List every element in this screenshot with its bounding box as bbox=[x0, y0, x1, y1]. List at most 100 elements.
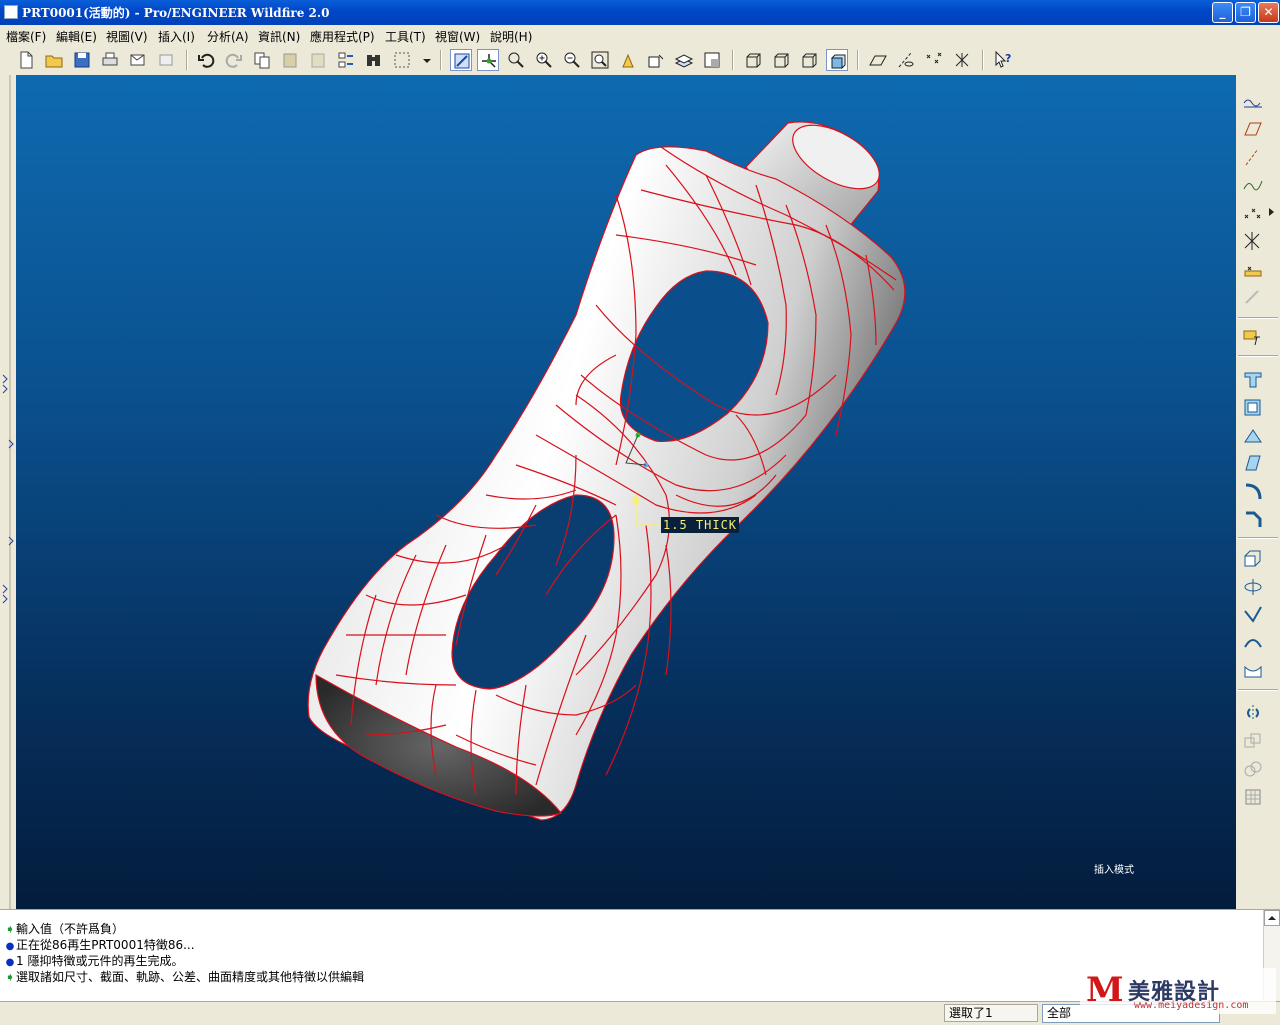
feature-toolbar bbox=[1236, 75, 1280, 909]
mirror-tool-icon[interactable] bbox=[1240, 701, 1266, 725]
datum-axes-icon[interactable] bbox=[895, 49, 917, 71]
hidden-line-icon[interactable] bbox=[770, 49, 792, 71]
close-button[interactable]: ✕ bbox=[1258, 2, 1279, 23]
new-file-icon[interactable] bbox=[15, 49, 37, 71]
toolbar-separator bbox=[982, 50, 984, 70]
sketch-tool-icon[interactable] bbox=[1240, 89, 1266, 113]
regenerate-icon[interactable] bbox=[335, 49, 357, 71]
message-line: ➧輸入值（不許爲負） bbox=[4, 922, 125, 936]
print-icon[interactable] bbox=[99, 49, 121, 71]
toolbar-separator bbox=[732, 50, 734, 70]
extrude-tool-icon[interactable] bbox=[1240, 547, 1266, 571]
no-hidden-icon[interactable] bbox=[798, 49, 820, 71]
revolve-tool-icon[interactable] bbox=[1240, 575, 1266, 599]
dimension-label[interactable]: 1.5 THICK bbox=[661, 517, 740, 533]
menu-tools[interactable]: 工具(T) bbox=[385, 28, 426, 45]
selection-count: 選取了1 bbox=[944, 1004, 1038, 1022]
selection-dropdown-icon[interactable] bbox=[416, 49, 431, 71]
menu-insert[interactable]: 插入(I) bbox=[158, 28, 195, 45]
selection-box-icon[interactable] bbox=[391, 49, 413, 71]
datum-plane-tool-icon[interactable] bbox=[1240, 117, 1266, 141]
message-line: ➧選取諸如尺寸、截面、軌跡、公差、曲面精度或其他特徵以供編輯 bbox=[4, 970, 365, 984]
datum-points-icon[interactable] bbox=[923, 49, 945, 71]
shading-icon[interactable] bbox=[826, 49, 848, 71]
paste-special-icon[interactable] bbox=[307, 49, 329, 71]
style-tool-icon[interactable] bbox=[1240, 659, 1266, 683]
prompt-arrow-icon: ➧ bbox=[4, 970, 16, 984]
coordinate-systems-icon[interactable] bbox=[951, 49, 973, 71]
redo-icon[interactable] bbox=[223, 49, 245, 71]
undo-icon[interactable] bbox=[195, 49, 217, 71]
send-link-icon[interactable] bbox=[155, 49, 177, 71]
paste-icon[interactable] bbox=[279, 49, 301, 71]
datum-point-tool-icon[interactable] bbox=[1240, 201, 1266, 225]
pattern-tool-icon[interactable] bbox=[1240, 785, 1266, 809]
menu-edit[interactable]: 編輯(E) bbox=[56, 28, 97, 45]
blend-tool-icon[interactable] bbox=[1240, 631, 1266, 655]
copy-icon[interactable] bbox=[251, 49, 273, 71]
menu-help[interactable]: 說明(H) bbox=[490, 28, 532, 45]
saved-views-icon[interactable] bbox=[645, 49, 667, 71]
hole-tool-icon[interactable] bbox=[1240, 367, 1266, 391]
open-folder-icon[interactable] bbox=[43, 49, 65, 71]
merge-tool-icon[interactable] bbox=[1240, 729, 1266, 753]
scroll-up-icon[interactable] bbox=[1264, 910, 1280, 926]
send-mail-icon[interactable] bbox=[127, 49, 149, 71]
toolbar-separator bbox=[186, 50, 188, 70]
menu-file[interactable]: 檔案(F) bbox=[6, 28, 46, 45]
menu-analysis[interactable]: 分析(A) bbox=[207, 28, 249, 45]
toolbar-separator bbox=[440, 50, 442, 70]
datum-planes-icon[interactable] bbox=[867, 49, 889, 71]
wireframe-icon[interactable] bbox=[742, 49, 764, 71]
datum-axis-tool-icon[interactable] bbox=[1240, 145, 1266, 169]
variable-sweep-icon[interactable] bbox=[1240, 603, 1266, 627]
reorient-icon[interactable] bbox=[617, 49, 639, 71]
datum-graph-icon[interactable] bbox=[1240, 285, 1266, 309]
note-tool-icon[interactable] bbox=[1240, 325, 1266, 349]
main-toolbar: ? bbox=[0, 45, 1280, 76]
find-icon[interactable] bbox=[363, 49, 385, 71]
zoom-out-icon[interactable] bbox=[561, 49, 583, 71]
view-manager-icon[interactable] bbox=[701, 49, 723, 71]
round-tool-icon[interactable] bbox=[1240, 479, 1266, 503]
datum-curve-tool-icon[interactable] bbox=[1240, 173, 1266, 197]
menu-info[interactable]: 資訊(N) bbox=[258, 28, 300, 45]
watermark-logo: M 美雅設計 www.meiyadesign.com bbox=[1080, 968, 1276, 1014]
repaint-icon[interactable] bbox=[450, 49, 472, 71]
menu-window[interactable]: 視窗(W) bbox=[435, 28, 480, 45]
navigator-rail[interactable] bbox=[0, 75, 16, 909]
layers-icon[interactable] bbox=[673, 49, 695, 71]
spin-center-icon[interactable] bbox=[477, 49, 499, 71]
logo-mark: M bbox=[1086, 970, 1124, 1010]
coordinate-system-tool-icon[interactable] bbox=[1240, 229, 1266, 253]
rib-tool-icon[interactable] bbox=[1240, 423, 1266, 447]
logo-url: www.meiyadesign.com bbox=[1134, 1000, 1249, 1011]
window-title: PRT0001(活動的) - Pro/ENGINEER Wildfire 2.0 bbox=[22, 6, 330, 20]
intersect-tool-icon[interactable] bbox=[1240, 757, 1266, 781]
draft-tool-icon[interactable] bbox=[1240, 451, 1266, 475]
zoom-in-icon[interactable] bbox=[533, 49, 555, 71]
shell-tool-icon[interactable] bbox=[1240, 395, 1266, 419]
graphics-window[interactable]: 1.5 THICK 插入模式 bbox=[16, 75, 1236, 909]
restore-button[interactable]: ❐ bbox=[1235, 2, 1256, 23]
menu-view[interactable]: 視圖(V) bbox=[106, 28, 148, 45]
save-icon[interactable] bbox=[71, 49, 93, 71]
orient-mode-icon[interactable] bbox=[505, 49, 527, 71]
app-icon bbox=[4, 5, 18, 19]
context-help-icon[interactable]: ? bbox=[992, 49, 1014, 71]
menu-applications[interactable]: 應用程式(P) bbox=[310, 28, 375, 45]
flyout-arrow-icon[interactable] bbox=[1268, 207, 1276, 217]
refit-icon[interactable] bbox=[589, 49, 611, 71]
analysis-feature-icon[interactable] bbox=[1240, 257, 1266, 281]
part-model[interactable] bbox=[16, 75, 1236, 909]
menu-bar: 檔案(F) 編輯(E) 視圖(V) 插入(I) 分析(A) 資訊(N) 應用程式… bbox=[0, 25, 1280, 45]
prompt-arrow-icon: ➧ bbox=[4, 922, 16, 936]
minimize-button[interactable]: _ bbox=[1212, 2, 1233, 23]
svg-text:?: ? bbox=[1005, 52, 1011, 65]
title-bar: PRT0001(活動的) - Pro/ENGINEER Wildfire 2.0… bbox=[0, 0, 1280, 25]
chamfer-tool-icon[interactable] bbox=[1240, 507, 1266, 531]
toolbar-separator bbox=[1238, 537, 1278, 539]
toolbar-separator bbox=[857, 50, 859, 70]
message-line: ● 正在從86再生PRT0001特徵86... bbox=[4, 937, 195, 953]
toolbar-separator bbox=[1238, 317, 1278, 319]
